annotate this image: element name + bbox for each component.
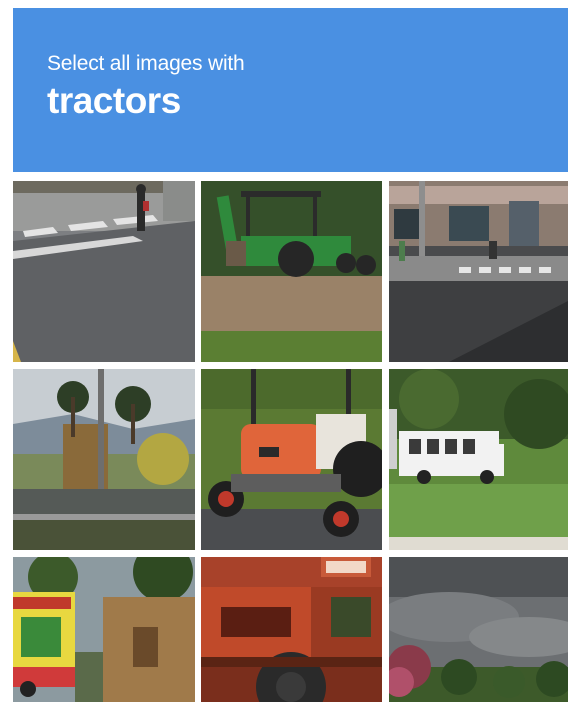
image-tile-3[interactable]	[389, 181, 568, 362]
cloudy-sky-image	[389, 557, 568, 702]
instruction-text: Select all images with	[47, 52, 245, 75]
image-tile-8[interactable]	[201, 557, 382, 702]
image-tile-4[interactable]	[13, 369, 195, 550]
street-crosswalk-image	[13, 181, 195, 362]
image-tile-5[interactable]	[201, 369, 382, 550]
captcha-widget: Select all images with tractors	[0, 0, 568, 702]
truck-billboard-image	[13, 557, 195, 702]
image-tile-6[interactable]	[389, 369, 568, 550]
image-tile-9[interactable]	[389, 557, 568, 702]
target-object-text: tractors	[47, 80, 181, 121]
image-tile-7[interactable]	[13, 557, 195, 702]
orange-tractor-image	[201, 369, 382, 550]
image-tile-2[interactable]	[201, 181, 382, 362]
white-bus-image	[389, 369, 568, 550]
challenge-header: Select all images with tractors	[13, 8, 568, 172]
red-machinery-image	[201, 557, 382, 702]
green-tractor-image	[201, 181, 382, 362]
image-tile-1[interactable]	[13, 181, 195, 362]
storefront-crosswalk-image	[389, 181, 568, 362]
palm-trees-gate-image	[13, 369, 195, 550]
